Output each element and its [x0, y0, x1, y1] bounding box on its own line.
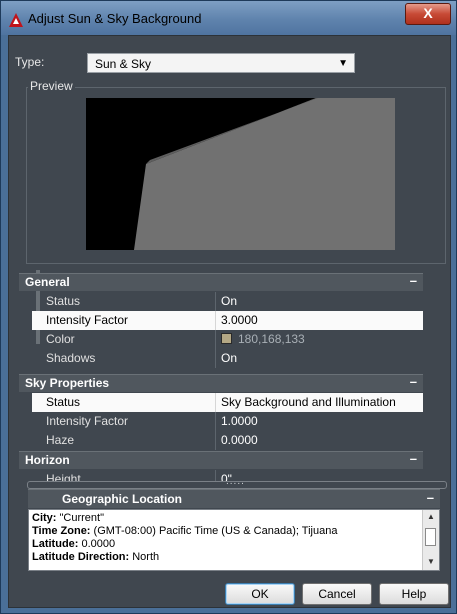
property-key: Color [46, 332, 75, 346]
title-bar[interactable]: Adjust Sun & Sky Background X [1, 1, 456, 35]
ok-button[interactable]: OK [225, 583, 295, 605]
collapse-icon[interactable]: – [410, 374, 417, 389]
type-label: Type: [15, 55, 45, 69]
section-horizon-title: Horizon [25, 453, 70, 467]
column-divider [215, 311, 216, 330]
column-divider [215, 349, 216, 368]
section-horizon-header[interactable]: Horizon – [19, 451, 423, 469]
property-row[interactable]: Status On [32, 292, 423, 311]
property-key: Intensity Factor [46, 313, 129, 327]
panel-splitter[interactable]: ..... [27, 476, 447, 489]
geo-value: 0.0000 [78, 538, 116, 550]
section-general-title: General [25, 275, 70, 289]
property-row[interactable]: Intensity Factor 1.0000 [32, 412, 423, 431]
geo-location-info[interactable]: City: "Current" Time Zone: (GMT-08:00) P… [28, 509, 440, 571]
property-value[interactable]: 180,168,133 [221, 332, 305, 346]
close-button[interactable]: X [405, 3, 451, 25]
geo-line-city: City: "Current" [32, 512, 104, 524]
geo-line-latitude: Latitude: 0.0000 [32, 538, 115, 550]
scroll-down-icon[interactable]: ▼ [427, 557, 435, 566]
property-row[interactable]: Color 180,168,133 [32, 330, 423, 349]
property-row-selected[interactable]: Status Sky Background and Illumination [32, 393, 423, 412]
geo-line-timezone: Time Zone: (GMT-08:00) Pacific Time (US … [32, 525, 337, 537]
property-value[interactable]: On [221, 351, 237, 365]
geo-label: City: [32, 512, 57, 524]
geo-line-latitude-direction: Latitude Direction: North [32, 551, 159, 563]
column-divider [215, 330, 216, 349]
help-button[interactable]: Help [379, 583, 449, 605]
property-row[interactable]: Shadows On [32, 349, 423, 368]
column-divider [215, 292, 216, 311]
section-geo-header[interactable]: Geographic Location – [28, 489, 440, 508]
property-key: Haze [46, 433, 75, 447]
scroll-thumb[interactable] [425, 528, 436, 546]
scroll-up-icon[interactable]: ▲ [427, 512, 435, 521]
window-title: Adjust Sun & Sky Background [28, 11, 202, 26]
property-row-selected[interactable]: Intensity Factor 3.0000 [32, 311, 423, 330]
property-key: Intensity Factor [46, 414, 129, 428]
cancel-button[interactable]: Cancel [302, 583, 372, 605]
autocad-logo-icon [9, 13, 23, 27]
type-select[interactable]: Sun & Sky ▼ [87, 53, 355, 73]
property-row[interactable]: Haze 0.0000 [32, 431, 423, 450]
property-key: Status [46, 294, 81, 308]
column-divider [215, 393, 216, 412]
collapse-icon[interactable]: – [410, 451, 417, 466]
section-sky-title: Sky Properties [25, 376, 110, 390]
collapse-icon[interactable]: – [427, 490, 434, 505]
section-geo-title: Geographic Location [62, 492, 183, 506]
column-divider [215, 412, 216, 431]
section-general-header[interactable]: General – [19, 273, 423, 291]
property-value[interactable]: 1.0000 [221, 414, 258, 428]
preview-label: Preview [28, 79, 75, 93]
property-key: Status [46, 395, 81, 409]
property-value[interactable]: 0.0000 [221, 433, 258, 447]
preview-image [86, 98, 395, 250]
property-value[interactable]: 3.0000 [221, 313, 258, 327]
geo-value: (GMT-08:00) Pacific Time (US & Canada); … [90, 525, 338, 537]
geo-scrollbar[interactable]: ▲ ▼ [422, 510, 439, 570]
type-select-value: Sun & Sky [95, 57, 152, 71]
section-sky-header[interactable]: Sky Properties – [19, 374, 423, 392]
geo-label: Latitude Direction: [32, 551, 130, 563]
color-value: 180,168,133 [238, 332, 305, 346]
collapse-icon[interactable]: – [410, 273, 417, 288]
geo-label: Time Zone: [32, 525, 91, 537]
geo-label: Latitude: [32, 538, 79, 550]
chevron-down-icon: ▼ [338, 58, 348, 69]
property-value[interactable]: Sky Background and Illumination [221, 395, 396, 409]
column-divider [215, 431, 216, 450]
property-value[interactable]: On [221, 294, 237, 308]
geo-value: North [129, 551, 160, 563]
color-swatch-icon [221, 333, 232, 344]
dialog-window: Adjust Sun & Sky Background X Type: Sun … [0, 0, 457, 614]
geo-value: "Current" [56, 512, 105, 524]
grip-icon: ..... [226, 476, 245, 487]
property-key: Shadows [46, 351, 96, 365]
